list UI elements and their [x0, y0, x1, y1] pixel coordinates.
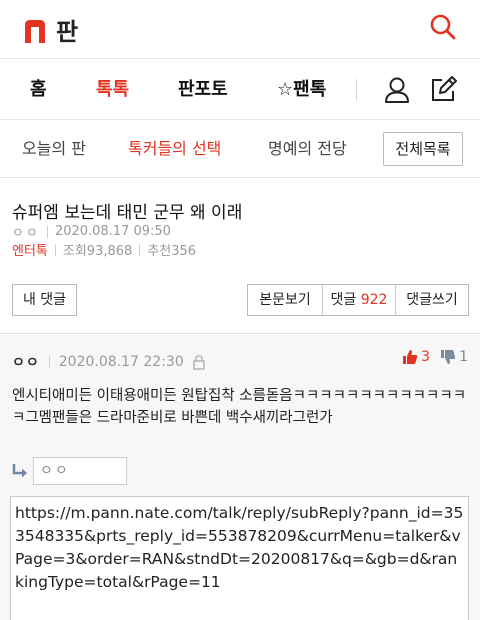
post-recommends: 추천356	[147, 244, 197, 259]
user-icon	[385, 77, 409, 103]
like-button[interactable]: 3	[402, 349, 430, 365]
post-title[interactable]: 슈퍼엠 보는데 태민 군무 왜 이래	[12, 198, 242, 223]
comment-date: 2020.08.17 22:30	[58, 354, 184, 370]
write-button[interactable]	[428, 75, 458, 105]
thumbs-up-icon	[403, 350, 418, 364]
meta-divider	[139, 243, 141, 256]
post-author: ㅇㅇ	[12, 226, 40, 241]
dislike-button[interactable]: 1	[440, 349, 468, 365]
comment-votes: 3 1	[402, 349, 468, 365]
pencil-edit-icon	[432, 76, 457, 101]
subnav-hall-of-fame[interactable]: 명예의 전당	[268, 120, 347, 178]
logo[interactable]: 판	[22, 12, 78, 47]
comment-header: ㅇㅇ 2020.08.17 22:30	[12, 352, 206, 372]
search-icon	[430, 14, 456, 40]
post-date: 2020.08.17 09:50	[54, 224, 171, 239]
nate-logo-icon	[25, 19, 45, 43]
reply-text-input[interactable]: https://m.pann.nate.com/talk/reply/subRe…	[10, 496, 469, 620]
thumbs-down-icon	[441, 350, 456, 364]
comment-author: ㅇㅇ	[12, 355, 40, 371]
reply-author-row: ㅇㅇ	[10, 457, 127, 485]
comment-item: ㅇㅇ 2020.08.17 22:30 3 1 엔시티애미든 이태용애미든 원탑…	[0, 335, 480, 620]
tab-home[interactable]: 홈	[30, 59, 47, 121]
post-stats: 엔터톡 조회93,868 추천356	[12, 240, 196, 259]
comment-body: 엔시티애미든 이태용애미든 원탑집착 소름돋음ㅋㅋㅋㅋㅋㅋㅋㅋㅋㅋㅋㅋㅋㅋ그멤팬…	[12, 388, 467, 426]
comment-actions: 내 댓글 본문보기 댓글 922 댓글쓰기	[0, 266, 480, 334]
post-category[interactable]: 엔터톡	[12, 240, 48, 259]
write-comment-button[interactable]: 댓글쓰기	[396, 285, 468, 315]
meta-divider	[48, 356, 50, 368]
view-post-button[interactable]: 본문보기	[248, 285, 323, 315]
lock-icon[interactable]	[192, 354, 206, 370]
reply-name-input[interactable]: ㅇㅇ	[33, 457, 127, 485]
comments-count: 922	[360, 292, 388, 308]
tab-panphoto[interactable]: 판포토	[178, 59, 228, 121]
app-header: 판	[0, 0, 480, 58]
meta-divider	[54, 243, 56, 256]
dislike-count: 1	[459, 349, 468, 365]
tab-toktok[interactable]: 톡톡	[96, 59, 129, 121]
comment-button-group: 본문보기 댓글 922 댓글쓰기	[247, 284, 469, 316]
search-button[interactable]	[428, 12, 458, 42]
comments-label: 댓글	[330, 292, 357, 308]
post-meta: ㅇㅇ 2020.08.17 09:50	[12, 222, 171, 241]
meta-divider	[46, 225, 48, 238]
subnav-today[interactable]: 오늘의 판	[22, 120, 86, 178]
sub-nav: 오늘의 판 톡커들의 선택 명예의 전당 전체목록	[0, 120, 480, 178]
logo-text: 판	[56, 18, 79, 46]
nav-divider	[356, 79, 357, 101]
tab-fantok[interactable]: ☆팬톡	[277, 59, 326, 121]
comments-button[interactable]: 댓글 922	[323, 285, 396, 315]
main-nav: 홈 톡톡 판포토 ☆팬톡	[0, 58, 480, 120]
all-list-button[interactable]: 전체목록	[383, 132, 463, 166]
post-views: 조회93,868	[62, 244, 133, 259]
profile-button[interactable]	[382, 75, 412, 105]
reply-arrow-icon	[12, 464, 27, 478]
my-comments-button[interactable]: 내 댓글	[12, 284, 77, 316]
post-header: 슈퍼엠 보는데 태민 군무 왜 이래 ㅇㅇ 2020.08.17 09:50 엔…	[0, 178, 480, 266]
like-count: 3	[421, 349, 431, 365]
subnav-tokker-choice[interactable]: 톡커들의 선택	[128, 120, 221, 178]
